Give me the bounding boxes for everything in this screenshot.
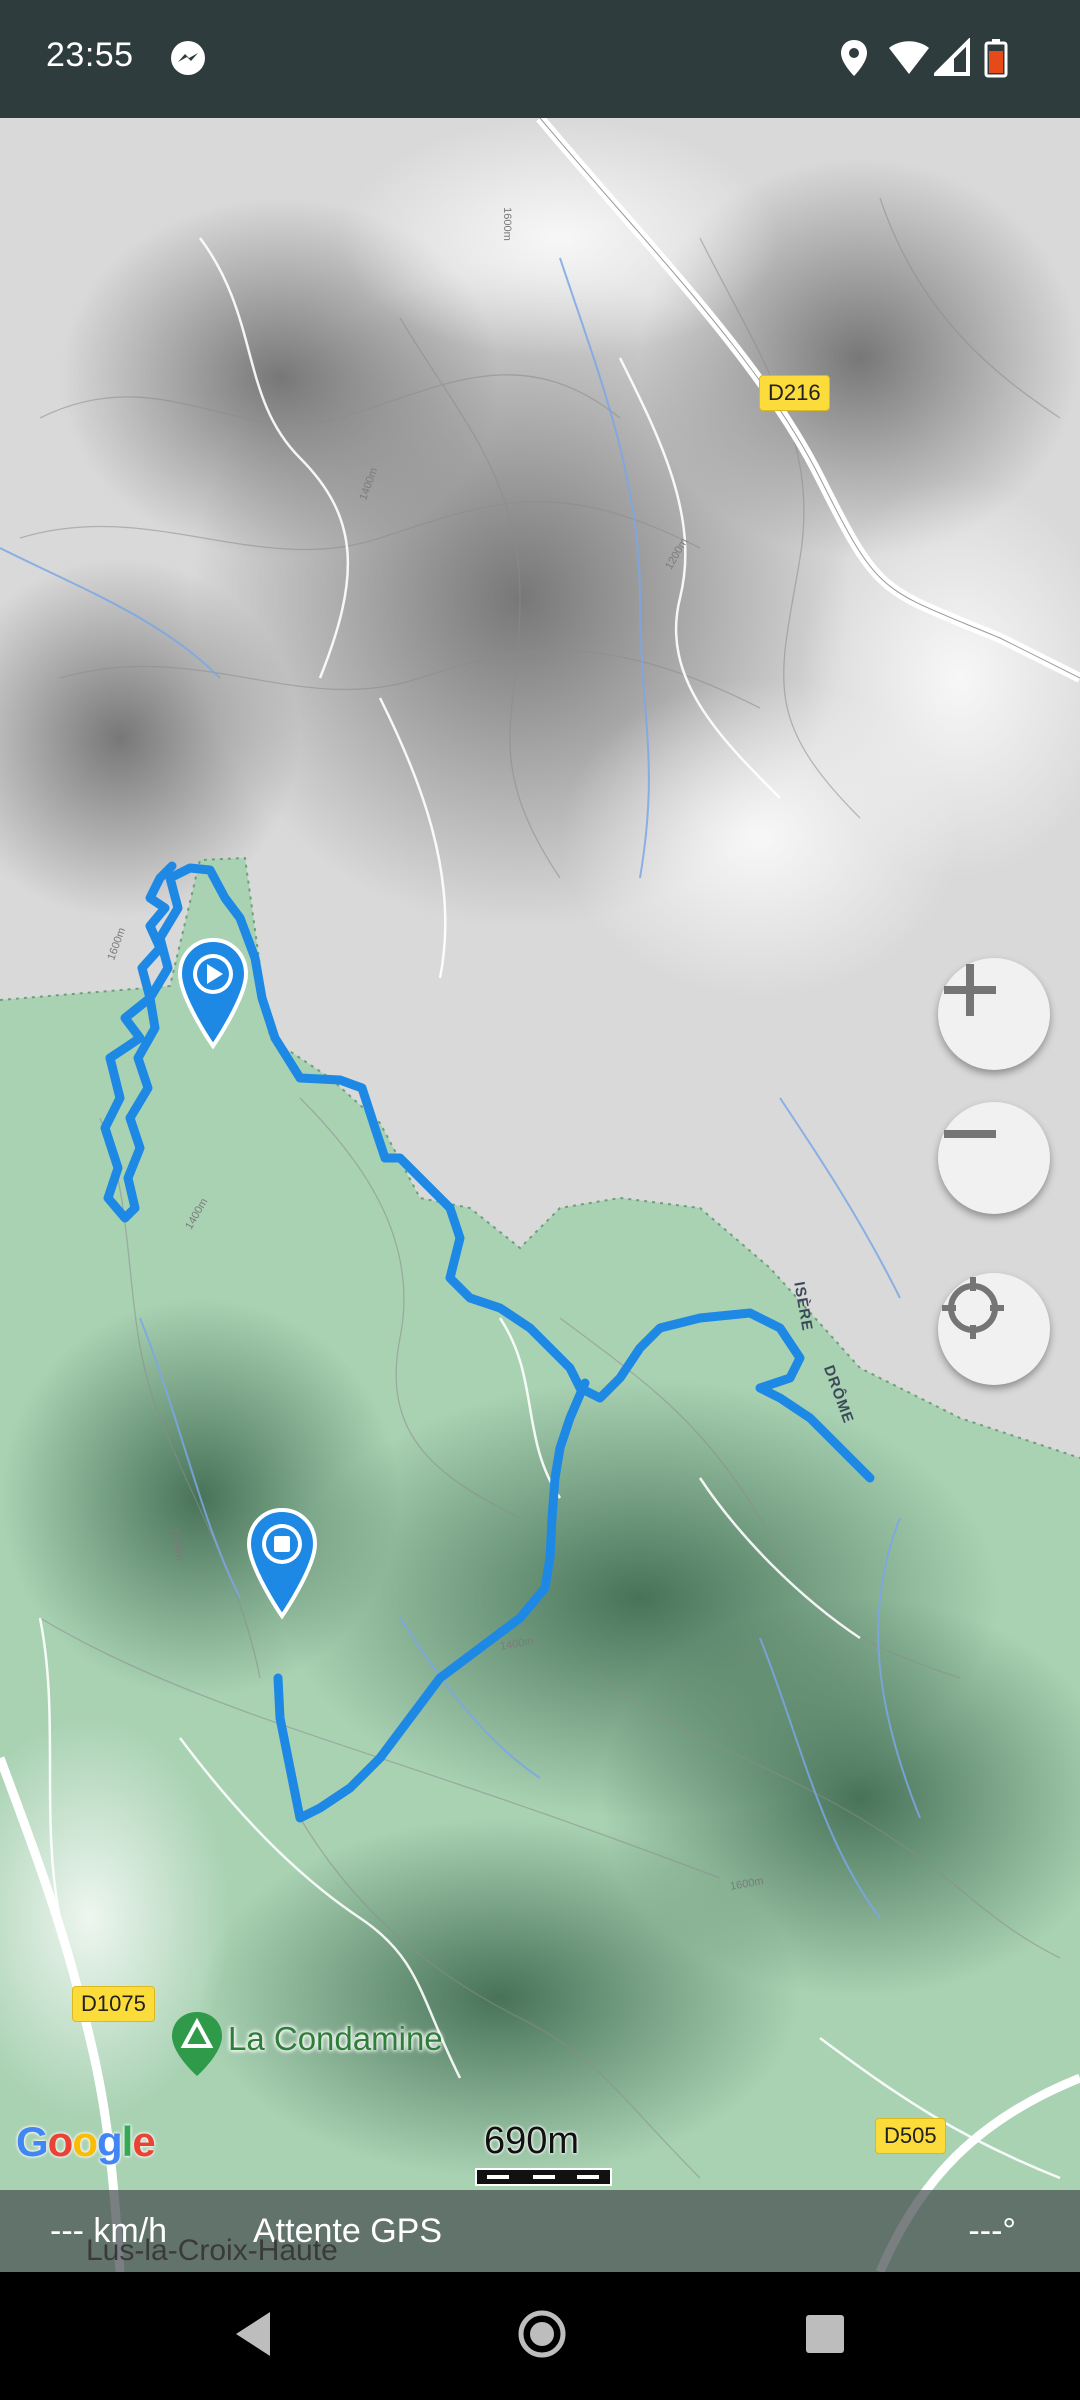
zoom-out-button[interactable] <box>938 1102 1050 1214</box>
road-label: D216 <box>759 375 830 411</box>
status-time: 23:55 <box>46 36 134 74</box>
google-attribution: Google <box>16 2118 156 2165</box>
road-label: D1075 <box>72 1986 155 2022</box>
navigation-bar <box>0 2272 1080 2400</box>
map-view[interactable]: D216 D1075 D505 ISÈRE DRÔME 1600m 1400m … <box>0 118 1080 2272</box>
back-icon[interactable] <box>230 2306 278 2367</box>
scale-label: 690m <box>484 2120 580 2162</box>
scale-bar <box>475 2168 612 2186</box>
recents-icon[interactable] <box>801 2306 849 2367</box>
heading-readout: ---° <box>968 2212 1016 2250</box>
signal-icon <box>931 37 972 83</box>
home-icon[interactable] <box>514 2306 570 2367</box>
road-label: D505 <box>875 2118 946 2154</box>
locate-button[interactable] <box>938 1273 1050 1385</box>
campground-icon[interactable] <box>170 2010 224 2078</box>
stop-marker-icon[interactable] <box>247 1508 317 1620</box>
town-label: Lus-la-Croix-Haute <box>86 2234 338 2267</box>
terrain-layer <box>0 118 1080 2272</box>
zoom-in-button[interactable] <box>938 958 1050 1070</box>
contour-label: 1600m <box>500 207 513 241</box>
battery-icon <box>984 38 1008 83</box>
messenger-icon <box>168 38 208 83</box>
location-icon <box>838 38 870 83</box>
play-marker-icon[interactable] <box>178 938 248 1050</box>
place-label[interactable]: La Condamine <box>228 2020 443 2058</box>
status-bar: 23:55 <box>0 0 1080 118</box>
wifi-icon <box>888 38 930 83</box>
